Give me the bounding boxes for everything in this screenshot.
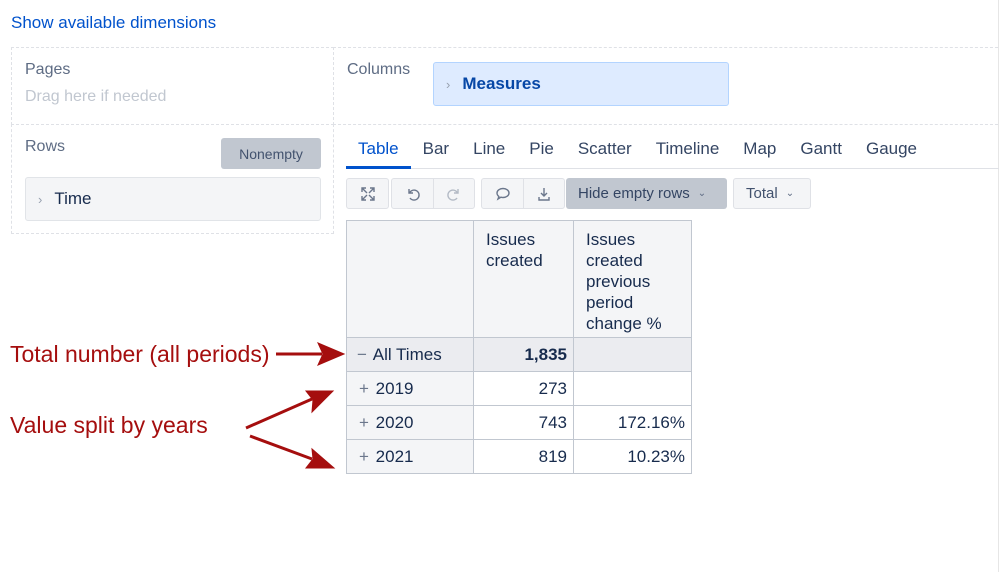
measures-chip-label: Measures (462, 74, 541, 93)
total-dropdown[interactable]: Total ⌄ (733, 178, 811, 209)
row-label: All Times (372, 344, 442, 364)
column-header-change-percent[interactable]: Issues created previous period change % (573, 220, 692, 338)
toolbar-action-group (481, 178, 565, 209)
cell-change-percent: 10.23% (573, 439, 692, 474)
export-icon (538, 187, 550, 201)
cell-change-percent: 172.16% (573, 405, 692, 440)
show-available-dimensions-link[interactable]: Show available dimensions (11, 13, 216, 33)
expand-icon[interactable]: + (359, 413, 369, 432)
hide-empty-rows-dropdown[interactable]: Hide empty rows ⌄ (566, 178, 727, 209)
row-label: 2020 (375, 412, 414, 432)
measures-chip[interactable]: › Measures (433, 62, 729, 106)
columns-title: Columns (347, 61, 411, 78)
tab-scatter[interactable]: Scatter (566, 131, 644, 169)
fullscreen-button[interactable] (347, 179, 388, 208)
row-header-2020[interactable]: + 2020 (346, 405, 474, 440)
cell-issues-created: 819 (473, 439, 574, 474)
cell-change-percent (573, 371, 692, 406)
header-line: Issues (586, 230, 636, 249)
tab-table[interactable]: Table (346, 131, 411, 169)
row-label: 2021 (375, 446, 414, 466)
row-label: 2019 (375, 378, 414, 398)
arrowhead (317, 342, 346, 366)
header-line: previous (586, 272, 651, 291)
annotation-total: Total number (all periods) (10, 341, 270, 367)
expand-icon[interactable]: + (359, 379, 369, 398)
tab-pie[interactable]: Pie (517, 131, 566, 169)
arrow-to-2021 (249, 434, 313, 461)
chevron-right-icon: › (38, 191, 43, 207)
undo-button[interactable] (392, 179, 433, 208)
chevron-down-icon: ⌄ (697, 188, 707, 199)
corner-header-cell (346, 220, 474, 338)
row-header-all-times[interactable]: − All Times (346, 337, 474, 372)
tab-line[interactable]: Line (461, 131, 517, 169)
undo-icon (407, 188, 420, 201)
time-chip[interactable]: › Time (25, 177, 321, 221)
table-row: − All Times 1,835 (346, 337, 692, 372)
cell-change-percent (573, 337, 692, 372)
comment-icon (495, 187, 510, 201)
cell-issues-created: 1,835 (473, 337, 574, 372)
chart-type-tabs: Table Bar Line Pie Scatter Timeline Map … (346, 131, 999, 169)
arrowhead (304, 390, 335, 414)
pages-panel[interactable]: Pages Drag here if needed (11, 47, 334, 125)
arrowhead (304, 447, 336, 469)
chevron-right-icon: › (446, 76, 451, 92)
row-header-2019[interactable]: + 2019 (346, 371, 474, 406)
table-row: + 2021 819 10.23% (346, 439, 692, 474)
arrow-to-2019 (245, 397, 313, 430)
table-row: + 2020 743 172.16% (346, 405, 692, 440)
tab-gantt[interactable]: Gantt (788, 131, 854, 169)
collapse-icon[interactable]: − (357, 345, 367, 364)
table-header-row: Issues created Issues created previous p… (346, 220, 692, 338)
header-line: change % (586, 314, 662, 333)
tab-timeline[interactable]: Timeline (644, 131, 732, 169)
header-line: created (486, 251, 543, 270)
tab-gauge[interactable]: Gauge (854, 131, 929, 169)
comment-button[interactable] (482, 179, 523, 208)
toolbar-history-group (391, 178, 475, 209)
tab-bar[interactable]: Bar (411, 131, 461, 169)
rows-panel[interactable]: Rows Nonempty › Time (11, 124, 334, 234)
table-row: + 2019 273 (346, 371, 692, 406)
cell-issues-created: 273 (473, 371, 574, 406)
fullscreen-icon (360, 186, 375, 201)
annotation-split: Value split by years (10, 412, 208, 438)
tab-map[interactable]: Map (731, 131, 788, 169)
redo-icon (447, 188, 459, 201)
time-chip-label: Time (54, 189, 92, 208)
rows-title: Rows (25, 138, 66, 155)
pages-title: Pages (25, 61, 71, 78)
export-button[interactable] (523, 179, 564, 208)
total-dropdown-label: Total (746, 185, 778, 202)
row-header-2021[interactable]: + 2021 (346, 439, 474, 474)
cell-issues-created: 743 (473, 405, 574, 440)
header-line: period (586, 293, 634, 312)
column-header-issues-created[interactable]: Issues created (473, 220, 574, 338)
toolbar-view-group (346, 178, 389, 209)
columns-panel[interactable]: Columns › Measures (333, 47, 999, 125)
expand-icon[interactable]: + (359, 447, 369, 466)
header-line: created (586, 251, 643, 270)
chevron-down-icon: ⌄ (785, 188, 795, 199)
pages-drop-hint: Drag here if needed (25, 88, 167, 105)
pivot-table: Issues created Issues created previous p… (346, 220, 692, 474)
header-line: Issues (486, 230, 536, 249)
redo-button[interactable] (433, 179, 474, 208)
hide-empty-rows-label: Hide empty rows (578, 185, 690, 202)
nonempty-button[interactable]: Nonempty (221, 138, 321, 169)
